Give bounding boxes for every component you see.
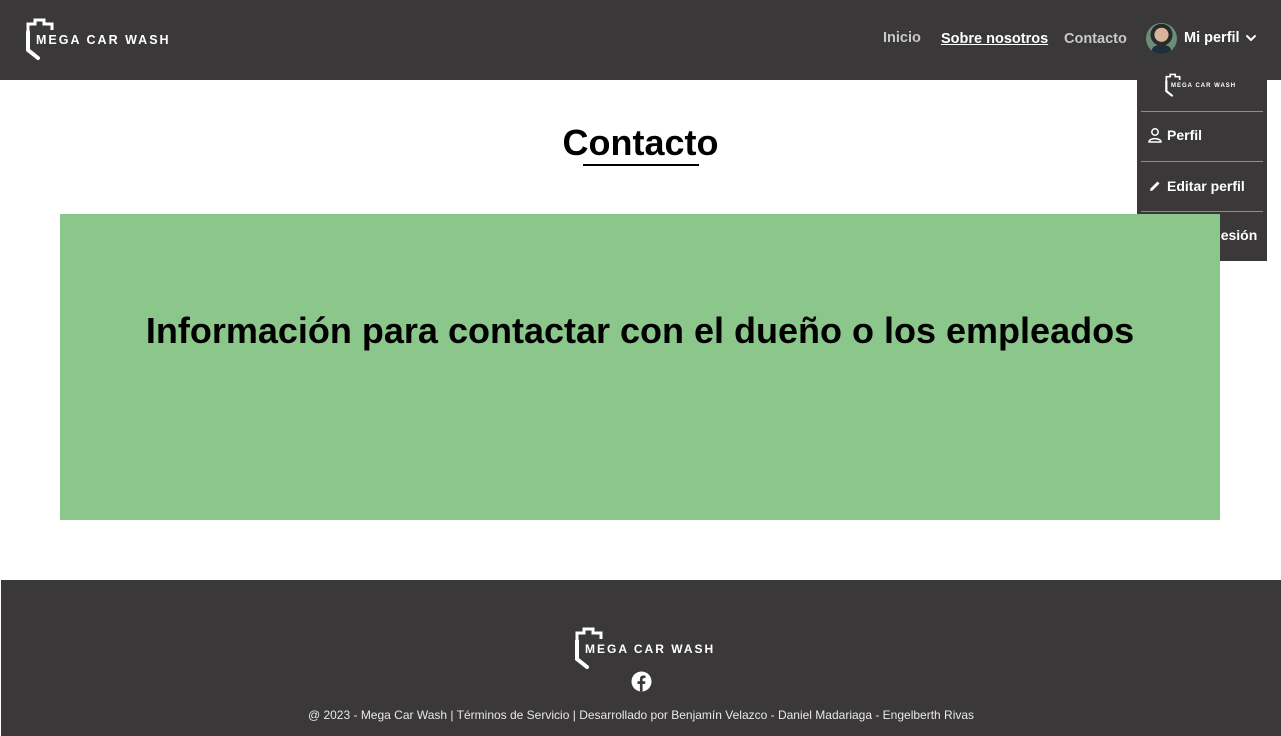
- footer: MEGA CAR WASH @ 2023 - Mega Car Wash | T…: [1, 580, 1281, 736]
- profile-label: Mi perfil: [1184, 30, 1240, 46]
- divider: [1141, 111, 1263, 112]
- contact-heading: Información para contactar con el dueño …: [145, 310, 1135, 351]
- menu-item-label: Editar perfil: [1167, 178, 1245, 194]
- dropdown-brand-logo: MEGA CAR WASH: [1163, 73, 1236, 97]
- nav-link-contacto[interactable]: Contacto: [1064, 31, 1127, 47]
- pencil-icon: [1150, 181, 1160, 191]
- menu-item-editar-perfil[interactable]: Editar perfil: [1147, 178, 1245, 194]
- brand-name: MEGA CAR WASH: [36, 33, 171, 47]
- divider: [1141, 211, 1263, 212]
- footer-brand-logo: MEGA CAR WASH: [571, 627, 715, 669]
- page-title: Contacto: [562, 122, 719, 163]
- footer-credits: @ 2023 - Mega Car Wash | Términos de Ser…: [1, 708, 1281, 722]
- footer-separator: |: [450, 708, 454, 722]
- dropdown-brand-name: MEGA CAR WASH: [1171, 82, 1237, 89]
- top-navbar: MEGA CAR WASH Inicio Sobre nosotros Cont…: [0, 0, 1281, 80]
- facebook-icon[interactable]: [631, 671, 652, 692]
- nav-link-sobre-nosotros[interactable]: Sobre nosotros: [941, 31, 1048, 47]
- profile-menu-toggle[interactable]: Mi perfil: [1146, 22, 1257, 54]
- contact-info-panel: Información para contactar con el dueño …: [60, 214, 1220, 520]
- title-underline: [583, 164, 699, 166]
- nav-link-inicio[interactable]: Inicio: [883, 30, 921, 46]
- footer-separator: |: [572, 708, 576, 722]
- footer-brand-name: MEGA CAR WASH: [585, 642, 716, 656]
- brand-logo[interactable]: MEGA CAR WASH: [22, 18, 171, 60]
- footer-copyright: @ 2023 - Mega Car Wash: [307, 708, 448, 722]
- avatar: [1146, 22, 1177, 54]
- footer-developers: Desarrollado por Benjamín Velazco - Dani…: [579, 708, 975, 722]
- footer-terms-link[interactable]: Términos de Servicio: [457, 708, 570, 722]
- chevron-down-icon: [1245, 35, 1256, 42]
